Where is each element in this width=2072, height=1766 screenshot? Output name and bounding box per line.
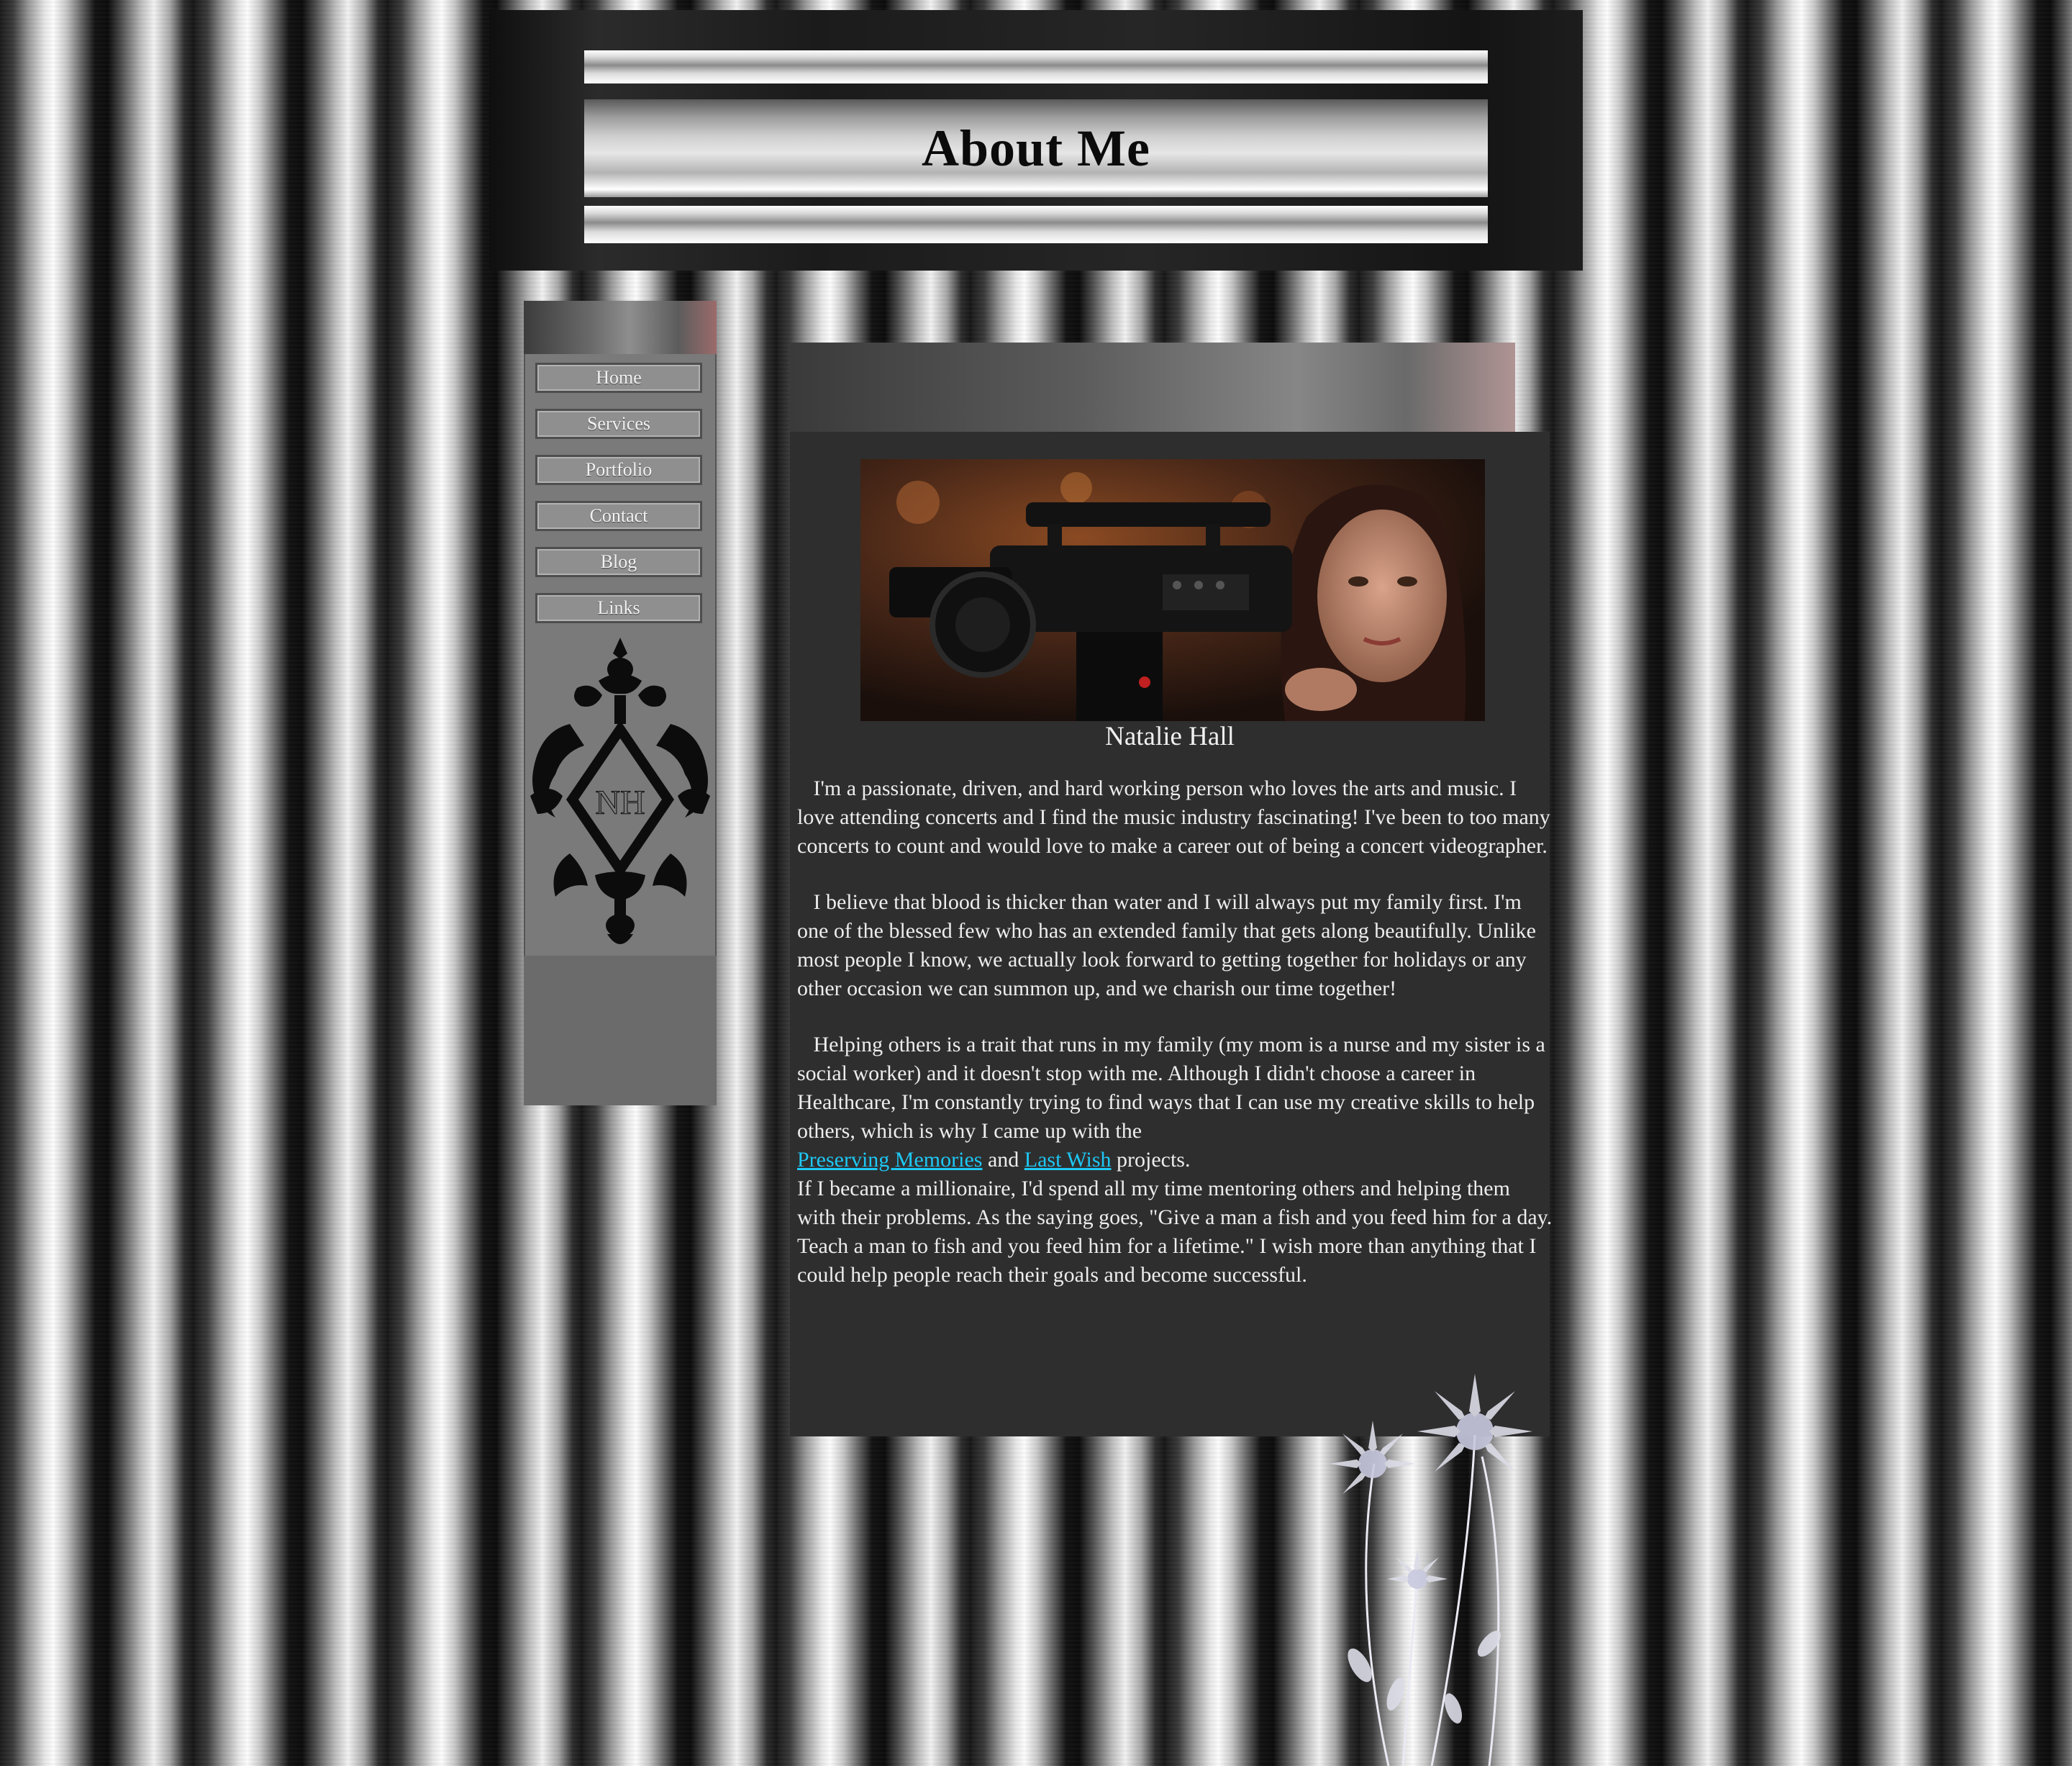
bio-paragraph-text: If I became a millionaire, I'd spend all… <box>797 1177 1553 1287</box>
monogram-text: NH <box>595 784 645 822</box>
bio-conjunction: and <box>987 1148 1019 1172</box>
nav-home-button[interactable]: Home <box>535 363 702 393</box>
preserving-memories-link[interactable]: Preserving Memories <box>797 1148 982 1172</box>
sidebar-lower-panel <box>524 956 717 1105</box>
header-stripe-bottom <box>584 206 1488 243</box>
bio-paragraph: I'm a passionate, driven, and hard worki… <box>797 774 1553 861</box>
nav-contact-button[interactable]: Contact <box>535 501 702 531</box>
page-title: About Me <box>922 119 1150 177</box>
camera-woman-photo <box>860 459 1485 721</box>
header: About Me <box>489 10 1583 271</box>
content-panel: Natalie Hall I'm a passionate, driven, a… <box>790 432 1553 1436</box>
bio-paragraph-text: I'm a passionate, driven, and hard worki… <box>797 776 1550 858</box>
bio-text: I'm a passionate, driven, and hard worki… <box>797 774 1553 1317</box>
nav-links-button[interactable]: Links <box>535 593 702 623</box>
header-stripe-top <box>584 50 1488 83</box>
bio-paragraph: I believe that blood is thicker than wat… <box>797 888 1553 1003</box>
person-name: Natalie Hall <box>1105 722 1235 751</box>
sidebar: Home Services Portfolio Contact Blog Lin… <box>524 301 717 1105</box>
bio-paragraph-text: I believe that blood is thicker than wat… <box>797 890 1536 1000</box>
bio-paragraph: Helping others is a trait that runs in m… <box>797 1031 1553 1174</box>
flower-decoration-icon <box>1330 1374 1532 1766</box>
bio-paragraph-text: Helping others is a trait that runs in m… <box>797 1033 1545 1143</box>
nav-portfolio-button[interactable]: Portfolio <box>535 455 702 485</box>
nav-services-button[interactable]: Services <box>535 409 702 439</box>
last-wish-link[interactable]: Last Wish <box>1024 1148 1112 1172</box>
bio-projects-text: projects. <box>1117 1148 1191 1172</box>
damask-monogram-icon: NH <box>530 638 710 944</box>
header-title-bar: About Me <box>584 99 1488 197</box>
bio-paragraph: If I became a millionaire, I'd spend all… <box>797 1174 1553 1290</box>
nav-blog-button[interactable]: Blog <box>535 547 702 577</box>
content-header-strip <box>790 343 1515 432</box>
sidebar-header-strip <box>524 301 717 354</box>
nav-menu: Home Services Portfolio Contact Blog Lin… <box>535 363 705 639</box>
